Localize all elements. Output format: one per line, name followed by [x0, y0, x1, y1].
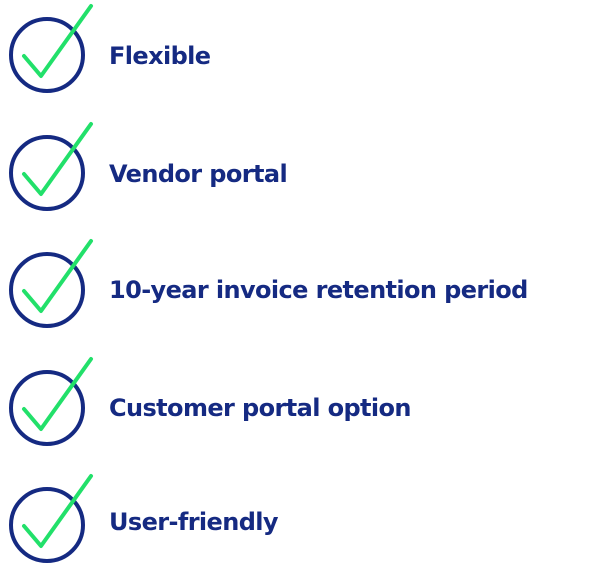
check-circle-icon	[9, 239, 93, 328]
feature-list: Flexible Vendor portal 10-year invoice r…	[0, 0, 595, 563]
feature-label: User-friendly	[109, 508, 279, 536]
check-circle-icon	[9, 4, 93, 93]
feature-label: Flexible	[109, 42, 211, 70]
feature-item-user-friendly: User-friendly	[0, 470, 595, 574]
feature-label: Customer portal option	[109, 394, 412, 422]
feature-item-vendor-portal: Vendor portal	[0, 118, 595, 222]
check-circle-icon	[9, 474, 93, 563]
check-circle-icon	[9, 357, 93, 446]
feature-label: 10-year invoice retention period	[109, 276, 528, 304]
feature-item-flexible: Flexible	[0, 0, 595, 104]
feature-item-retention-period: 10-year invoice retention period	[0, 235, 595, 339]
check-circle-icon	[9, 122, 93, 211]
feature-item-customer-portal: Customer portal option	[0, 353, 595, 457]
feature-label: Vendor portal	[109, 160, 288, 188]
